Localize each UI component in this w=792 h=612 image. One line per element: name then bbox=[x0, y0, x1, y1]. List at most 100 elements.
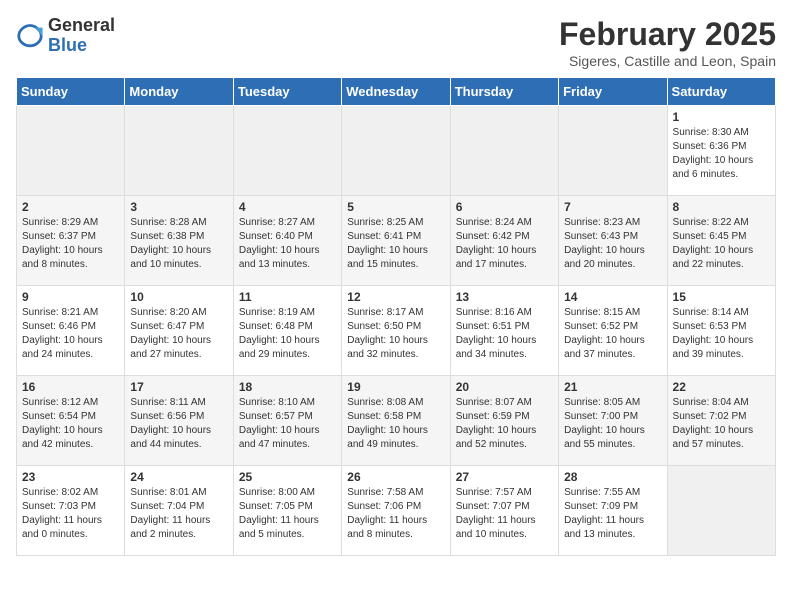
calendar-day-cell: 18 Sunrise: 8:10 AM Sunset: 6:57 PM Dayli… bbox=[233, 376, 341, 466]
title-block: February 2025 Sigeres, Castille and Leon… bbox=[559, 16, 776, 69]
day-info: Sunrise: 8:30 AM Sunset: 6:36 PM Dayligh… bbox=[673, 126, 770, 182]
calendar-day-cell: 13Sunrise: 8:16 AM Sunset: 6:51 PM Dayli… bbox=[450, 286, 558, 376]
logo-icon bbox=[16, 22, 44, 50]
calendar-table: SundayMondayTuesdayWednesdayThursdayFrid… bbox=[16, 77, 776, 556]
day-number: 11 bbox=[239, 290, 336, 304]
calendar-day-cell: 27 Sunrise: 7:57 AM Sunset: 7:07 PM Dayli… bbox=[450, 466, 558, 556]
day-of-week-header: Friday bbox=[559, 78, 667, 106]
calendar-week-row: 2Sunrise: 8:29 AM Sunset: 6:37 PM Daylig… bbox=[17, 196, 776, 286]
day-number: 14 bbox=[564, 290, 661, 304]
day-number: 7 bbox=[564, 200, 661, 214]
month-year: February 2025 bbox=[559, 16, 776, 53]
calendar-day-cell: 8Sunrise: 8:22 AM Sunset: 6:45 PM Daylig… bbox=[667, 196, 775, 286]
day-number: 6 bbox=[456, 200, 553, 214]
calendar-day-cell: 16 Sunrise: 8:12 AM Sunset: 6:54 PM Dayli… bbox=[17, 376, 125, 466]
day-of-week-header: Monday bbox=[125, 78, 233, 106]
day-of-week-header: Thursday bbox=[450, 78, 558, 106]
calendar-day-cell bbox=[17, 106, 125, 196]
calendar-day-cell: 7 Sunrise: 8:23 AM Sunset: 6:43 PM Daylig… bbox=[559, 196, 667, 286]
day-number: 12 bbox=[347, 290, 444, 304]
day-info: Sunrise: 8:15 AM Sunset: 6:52 PM Dayligh… bbox=[564, 306, 661, 362]
day-info: Sunrise: 8:01 AM Sunset: 7:04 PM Dayligh… bbox=[130, 486, 227, 542]
day-number: 1 bbox=[673, 110, 770, 124]
calendar-day-cell: 9 Sunrise: 8:21 AM Sunset: 6:46 PM Daylig… bbox=[17, 286, 125, 376]
day-of-week-header: Saturday bbox=[667, 78, 775, 106]
day-number: 28 bbox=[564, 470, 661, 484]
day-info: Sunrise: 8:07 AM Sunset: 6:59 PM Dayligh… bbox=[456, 396, 553, 452]
calendar-day-cell: 17Sunrise: 8:11 AM Sunset: 6:56 PM Dayli… bbox=[125, 376, 233, 466]
day-info: Sunrise: 7:58 AM Sunset: 7:06 PM Dayligh… bbox=[347, 486, 444, 542]
calendar-day-cell: 6 Sunrise: 8:24 AM Sunset: 6:42 PM Daylig… bbox=[450, 196, 558, 286]
day-info: Sunrise: 8:00 AM Sunset: 7:05 PM Dayligh… bbox=[239, 486, 336, 542]
calendar-week-row: 9 Sunrise: 8:21 AM Sunset: 6:46 PM Daylig… bbox=[17, 286, 776, 376]
calendar-day-cell: 21 Sunrise: 8:05 AM Sunset: 7:00 PM Dayli… bbox=[559, 376, 667, 466]
day-info: Sunrise: 8:28 AM Sunset: 6:38 PM Dayligh… bbox=[130, 216, 227, 272]
day-info: Sunrise: 8:29 AM Sunset: 6:37 PM Dayligh… bbox=[22, 216, 119, 272]
day-number: 27 bbox=[456, 470, 553, 484]
calendar-day-cell: 24 Sunrise: 8:01 AM Sunset: 7:04 PM Dayli… bbox=[125, 466, 233, 556]
calendar-day-cell: 25 Sunrise: 8:00 AM Sunset: 7:05 PM Dayli… bbox=[233, 466, 341, 556]
day-info: Sunrise: 8:22 AM Sunset: 6:45 PM Dayligh… bbox=[673, 216, 770, 272]
calendar-day-cell: 26 Sunrise: 7:58 AM Sunset: 7:06 PM Dayli… bbox=[342, 466, 450, 556]
day-info: Sunrise: 7:55 AM Sunset: 7:09 PM Dayligh… bbox=[564, 486, 661, 542]
logo: General Blue bbox=[16, 16, 115, 56]
calendar-week-row: 23Sunrise: 8:02 AM Sunset: 7:03 PM Dayli… bbox=[17, 466, 776, 556]
day-info: Sunrise: 8:20 AM Sunset: 6:47 PM Dayligh… bbox=[130, 306, 227, 362]
day-info: Sunrise: 8:12 AM Sunset: 6:54 PM Dayligh… bbox=[22, 396, 119, 452]
calendar-day-cell: 1 Sunrise: 8:30 AM Sunset: 6:36 PM Daylig… bbox=[667, 106, 775, 196]
day-number: 23 bbox=[22, 470, 119, 484]
day-number: 9 bbox=[22, 290, 119, 304]
calendar-body: 1 Sunrise: 8:30 AM Sunset: 6:36 PM Daylig… bbox=[17, 106, 776, 556]
calendar-day-cell bbox=[667, 466, 775, 556]
day-info: Sunrise: 8:17 AM Sunset: 6:50 PM Dayligh… bbox=[347, 306, 444, 362]
calendar-day-cell bbox=[125, 106, 233, 196]
day-number: 24 bbox=[130, 470, 227, 484]
calendar-day-cell: 22Sunrise: 8:04 AM Sunset: 7:02 PM Dayli… bbox=[667, 376, 775, 466]
day-info: Sunrise: 8:23 AM Sunset: 6:43 PM Dayligh… bbox=[564, 216, 661, 272]
day-info: Sunrise: 8:25 AM Sunset: 6:41 PM Dayligh… bbox=[347, 216, 444, 272]
header: General Blue February 2025 Sigeres, Cast… bbox=[16, 16, 776, 69]
calendar-day-cell: 14 Sunrise: 8:15 AM Sunset: 6:52 PM Dayli… bbox=[559, 286, 667, 376]
location: Sigeres, Castille and Leon, Spain bbox=[559, 53, 776, 69]
calendar-day-cell bbox=[450, 106, 558, 196]
day-info: Sunrise: 8:27 AM Sunset: 6:40 PM Dayligh… bbox=[239, 216, 336, 272]
calendar-day-cell bbox=[559, 106, 667, 196]
day-of-week-header: Sunday bbox=[17, 78, 125, 106]
day-number: 5 bbox=[347, 200, 444, 214]
day-number: 3 bbox=[130, 200, 227, 214]
logo-text: General Blue bbox=[48, 16, 115, 56]
calendar-day-cell: 11 Sunrise: 8:19 AM Sunset: 6:48 PM Dayli… bbox=[233, 286, 341, 376]
calendar-week-row: 1 Sunrise: 8:30 AM Sunset: 6:36 PM Daylig… bbox=[17, 106, 776, 196]
day-number: 19 bbox=[347, 380, 444, 394]
day-info: Sunrise: 7:57 AM Sunset: 7:07 PM Dayligh… bbox=[456, 486, 553, 542]
day-info: Sunrise: 8:24 AM Sunset: 6:42 PM Dayligh… bbox=[456, 216, 553, 272]
calendar-day-cell: 23Sunrise: 8:02 AM Sunset: 7:03 PM Dayli… bbox=[17, 466, 125, 556]
calendar-header-row: SundayMondayTuesdayWednesdayThursdayFrid… bbox=[17, 78, 776, 106]
calendar-day-cell: 20Sunrise: 8:07 AM Sunset: 6:59 PM Dayli… bbox=[450, 376, 558, 466]
day-info: Sunrise: 8:21 AM Sunset: 6:46 PM Dayligh… bbox=[22, 306, 119, 362]
calendar-day-cell: 5 Sunrise: 8:25 AM Sunset: 6:41 PM Daylig… bbox=[342, 196, 450, 286]
day-of-week-header: Tuesday bbox=[233, 78, 341, 106]
day-number: 18 bbox=[239, 380, 336, 394]
calendar-day-cell: 15 Sunrise: 8:14 AM Sunset: 6:53 PM Dayli… bbox=[667, 286, 775, 376]
day-info: Sunrise: 8:10 AM Sunset: 6:57 PM Dayligh… bbox=[239, 396, 336, 452]
day-info: Sunrise: 8:16 AM Sunset: 6:51 PM Dayligh… bbox=[456, 306, 553, 362]
calendar-day-cell: 4Sunrise: 8:27 AM Sunset: 6:40 PM Daylig… bbox=[233, 196, 341, 286]
day-number: 15 bbox=[673, 290, 770, 304]
day-number: 16 bbox=[22, 380, 119, 394]
calendar-day-cell: 12 Sunrise: 8:17 AM Sunset: 6:50 PM Dayli… bbox=[342, 286, 450, 376]
calendar-day-cell bbox=[342, 106, 450, 196]
day-info: Sunrise: 8:04 AM Sunset: 7:02 PM Dayligh… bbox=[673, 396, 770, 452]
day-info: Sunrise: 8:05 AM Sunset: 7:00 PM Dayligh… bbox=[564, 396, 661, 452]
day-number: 10 bbox=[130, 290, 227, 304]
day-of-week-header: Wednesday bbox=[342, 78, 450, 106]
calendar-day-cell: 19Sunrise: 8:08 AM Sunset: 6:58 PM Dayli… bbox=[342, 376, 450, 466]
day-info: Sunrise: 8:19 AM Sunset: 6:48 PM Dayligh… bbox=[239, 306, 336, 362]
day-number: 21 bbox=[564, 380, 661, 394]
calendar-week-row: 16 Sunrise: 8:12 AM Sunset: 6:54 PM Dayli… bbox=[17, 376, 776, 466]
calendar-day-cell: 2Sunrise: 8:29 AM Sunset: 6:37 PM Daylig… bbox=[17, 196, 125, 286]
day-number: 25 bbox=[239, 470, 336, 484]
day-number: 17 bbox=[130, 380, 227, 394]
day-number: 26 bbox=[347, 470, 444, 484]
day-info: Sunrise: 8:14 AM Sunset: 6:53 PM Dayligh… bbox=[673, 306, 770, 362]
